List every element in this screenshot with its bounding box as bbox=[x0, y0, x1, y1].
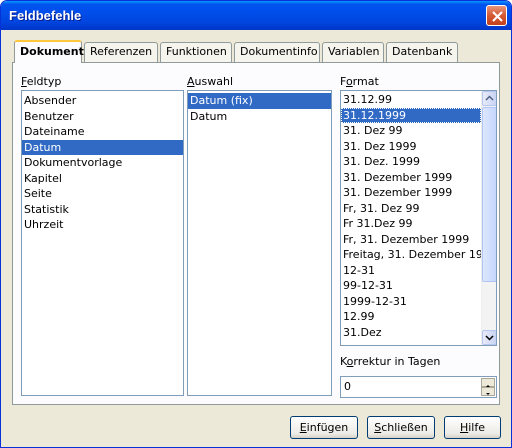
feldtyp-item[interactable]: Dokumentvorlage bbox=[22, 155, 183, 171]
feldtyp-item[interactable]: Kapitel bbox=[22, 171, 183, 187]
format-item[interactable]: Fr 31.Dez 99 bbox=[341, 216, 481, 232]
dialog-client-area: Dokument Referenzen Funktionen Dokumenti… bbox=[4, 30, 508, 446]
format-item[interactable]: 31.12.1999 bbox=[341, 107, 481, 123]
auswahl-list[interactable]: Datum (fix) Datum bbox=[187, 90, 332, 396]
format-item[interactable]: 31.12.99 bbox=[341, 92, 481, 108]
close-icon bbox=[492, 11, 503, 22]
format-item[interactable]: 31. Dezember 1999 bbox=[341, 170, 481, 186]
hilfe-button[interactable]: Hilfe bbox=[444, 416, 501, 439]
feldtyp-item[interactable]: Datum bbox=[22, 139, 183, 155]
spin-up-button[interactable] bbox=[481, 378, 495, 387]
chevron-up-icon bbox=[485, 95, 494, 101]
korrektur-spin-field[interactable]: 0 bbox=[340, 376, 497, 398]
feldtyp-item[interactable]: Absender bbox=[22, 93, 183, 109]
format-item[interactable]: 31. Dez 1999 bbox=[341, 139, 481, 155]
feldtyp-item[interactable]: Benutzer bbox=[22, 109, 183, 125]
format-list[interactable]: 31.12.99 31.12.1999 31. Dez 99 31. Dez 1999… bbox=[340, 90, 497, 346]
tab-dokument[interactable]: Dokument bbox=[14, 40, 84, 63]
auswahl-item[interactable]: Datum (fix) bbox=[188, 93, 331, 109]
format-item[interactable]: Fr, 31. Dez 99 bbox=[341, 201, 481, 217]
feldtyp-item[interactable]: Statistik bbox=[22, 202, 183, 218]
tab-funktionen[interactable]: Funktionen bbox=[160, 42, 232, 62]
format-item[interactable]: 31.Dez bbox=[341, 325, 481, 341]
feldtyp-list[interactable]: Absender Benutzer Dateiname Datum Dokumentvo… bbox=[21, 90, 184, 396]
format-item[interactable]: 99-12-31 bbox=[341, 278, 481, 294]
auswahl-item[interactable]: Datum bbox=[188, 109, 331, 125]
feldtyp-label: Feldtyp bbox=[21, 75, 62, 88]
window-title: Feldbefehle bbox=[9, 8, 82, 23]
spin-down-icon bbox=[486, 393, 490, 395]
chevron-down-icon bbox=[485, 335, 494, 341]
korrektur-value[interactable]: 0 bbox=[344, 380, 351, 393]
tab-panel-dokument: Feldtyp Absender Benutzer Dateiname Datum Do… bbox=[12, 62, 500, 405]
format-item[interactable]: 12-31 bbox=[341, 263, 481, 279]
scroll-down-button[interactable] bbox=[482, 330, 496, 345]
scroll-up-button[interactable] bbox=[482, 91, 496, 106]
korrektur-label: Korrektur in Tagen bbox=[340, 355, 441, 368]
format-item[interactable]: 12.99 bbox=[341, 309, 481, 325]
feldtyp-item[interactable]: Seite bbox=[22, 186, 183, 202]
korrektur-spinner bbox=[481, 378, 495, 396]
feldtyp-item[interactable]: Uhrzeit bbox=[22, 217, 183, 233]
format-item[interactable]: Freitag, 31. Dezember 1999 bbox=[341, 247, 496, 263]
format-item[interactable]: 31. Dezember 1999 bbox=[341, 185, 481, 201]
schliessen-button[interactable]: Schließen bbox=[367, 416, 435, 439]
tab-dokumentinfo[interactable]: Dokumentinfo bbox=[234, 42, 320, 62]
dialog-window: Feldbefehle Dokument Referenzen Funktion… bbox=[0, 0, 512, 448]
feldtyp-item[interactable]: Dateiname bbox=[22, 124, 183, 140]
format-scrollbar[interactable] bbox=[481, 91, 496, 345]
tab-datenbank[interactable]: Datenbank bbox=[386, 42, 458, 62]
format-item[interactable]: 31. Dez 99 bbox=[341, 123, 481, 139]
format-item[interactable]: Fr, 31. Dezember 1999 bbox=[341, 232, 481, 248]
format-label: Format bbox=[340, 75, 379, 88]
close-button[interactable] bbox=[486, 5, 507, 26]
einfuegen-button[interactable]: Einfügen bbox=[290, 416, 358, 439]
tab-variablen[interactable]: Variablen bbox=[322, 42, 384, 62]
title-bar[interactable]: Feldbefehle bbox=[1, 1, 511, 30]
tab-referenzen[interactable]: Referenzen bbox=[84, 42, 158, 62]
spin-down-button[interactable] bbox=[481, 387, 495, 396]
format-item[interactable]: 1999-12-31 bbox=[341, 294, 481, 310]
format-item[interactable]: 31. Dez. 1999 bbox=[341, 154, 481, 170]
auswahl-label: Auswahl bbox=[187, 75, 233, 88]
scroll-thumb[interactable] bbox=[482, 107, 496, 282]
